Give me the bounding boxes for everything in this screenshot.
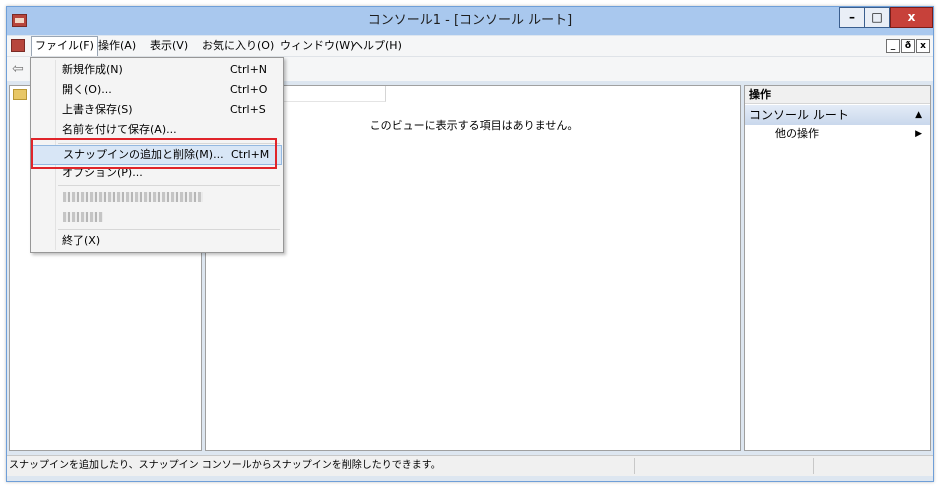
- status-divider: [634, 458, 635, 474]
- actions-pane: 操作 コンソール ルート ▲ 他の操作 ▶: [744, 85, 931, 451]
- menu-item-label: 新規作成(N): [62, 63, 123, 76]
- status-bar: スナップインを追加したり、スナップイン コンソールからスナップインを削除したりで…: [7, 455, 933, 476]
- menu-action[interactable]: 操作(A): [95, 36, 139, 56]
- menu-item-label: 上書き保存(S): [62, 103, 133, 116]
- console-icon[interactable]: [11, 39, 25, 52]
- mdi-controls: _ ð x: [885, 39, 930, 54]
- result-pane[interactable]: このビューに表示する項目はありません。: [205, 85, 741, 451]
- title-bar[interactable]: コンソール1 - [コンソール ルート] – □ x: [7, 7, 933, 35]
- minimize-button[interactable]: –: [839, 7, 865, 28]
- menu-item-save-as[interactable]: 名前を付けて保存(A)...: [32, 120, 282, 140]
- menu-separator: [58, 185, 280, 186]
- mdi-restore-button[interactable]: ð: [901, 39, 915, 53]
- mdi-minimize-button[interactable]: _: [886, 39, 900, 53]
- highlight-box: [31, 138, 277, 169]
- menu-favorites[interactable]: お気に入り(O): [199, 36, 277, 56]
- mdi-close-button[interactable]: x: [916, 39, 930, 53]
- menu-separator: [58, 229, 280, 230]
- menu-item-new[interactable]: 新規作成(N) Ctrl+N: [32, 60, 282, 80]
- menu-window[interactable]: ウィンドウ(W): [277, 36, 357, 56]
- menu-item-label: 終了(X): [62, 234, 101, 247]
- menu-bar: ファイル(F) 操作(A) 表示(V) お気に入り(O) ウィンドウ(W) ヘル…: [7, 36, 933, 57]
- more-actions-label: 他の操作: [775, 127, 819, 140]
- back-arrow-icon[interactable]: ⇦: [12, 61, 24, 77]
- actions-title: 操作: [745, 86, 930, 104]
- window-title: コンソール1 - [コンソール ルート]: [367, 13, 573, 28]
- menu-help[interactable]: ヘルプ(H): [349, 36, 405, 56]
- actions-section-console-root[interactable]: コンソール ルート ▲: [745, 105, 930, 125]
- more-actions-item[interactable]: 他の操作 ▶: [745, 126, 930, 142]
- recent-file-1[interactable]: [63, 192, 203, 202]
- close-button[interactable]: x: [890, 7, 933, 28]
- menu-item-label: 開く(O)...: [62, 83, 112, 96]
- status-divider: [813, 458, 814, 474]
- collapse-arrow-icon[interactable]: ▲: [915, 105, 922, 125]
- menu-item-save[interactable]: 上書き保存(S) Ctrl+S: [32, 100, 282, 120]
- folder-icon[interactable]: [13, 89, 27, 100]
- menu-item-shortcut: Ctrl+O: [230, 83, 268, 96]
- recent-file-2[interactable]: [63, 212, 103, 222]
- menu-item-label: 名前を付けて保存(A)...: [62, 123, 177, 136]
- actions-section-label: コンソール ルート: [749, 108, 849, 122]
- menu-file[interactable]: ファイル(F): [31, 36, 98, 56]
- menu-item-exit[interactable]: 終了(X): [32, 231, 282, 251]
- menu-item-open[interactable]: 開く(O)... Ctrl+O: [32, 80, 282, 100]
- menu-item-shortcut: Ctrl+S: [230, 103, 266, 116]
- menu-item-shortcut: Ctrl+N: [230, 63, 268, 76]
- submenu-arrow-icon: ▶: [915, 129, 922, 139]
- empty-view-message: このビューに表示する項目はありません。: [369, 119, 579, 132]
- menu-view[interactable]: 表示(V): [147, 36, 191, 56]
- status-text: スナップインを追加したり、スナップイン コンソールからスナップインを削除したりで…: [9, 460, 441, 471]
- maximize-button[interactable]: □: [864, 7, 890, 28]
